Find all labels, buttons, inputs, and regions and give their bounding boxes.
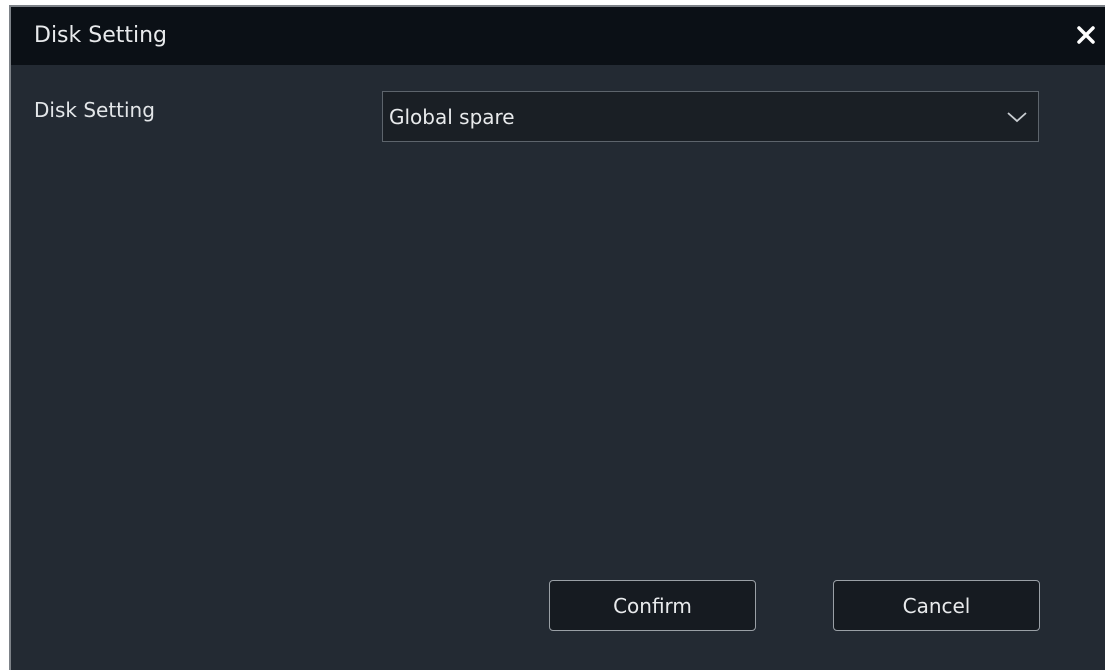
close-button[interactable] [1071,20,1101,50]
dialog-titlebar: Disk Setting [11,7,1105,65]
cancel-button[interactable]: Cancel [833,580,1040,631]
close-icon [1077,26,1095,44]
disk-setting-label: Disk Setting [34,98,155,122]
dialog-title: Disk Setting [34,23,168,48]
disk-setting-selected-value: Global spare [389,105,515,129]
disk-setting-select[interactable]: Global spare [382,91,1039,142]
disk-setting-dialog: Disk Setting Disk Setting Global spare C… [9,5,1105,670]
chevron-down-icon [1007,112,1027,123]
confirm-button[interactable]: Confirm [549,580,756,631]
